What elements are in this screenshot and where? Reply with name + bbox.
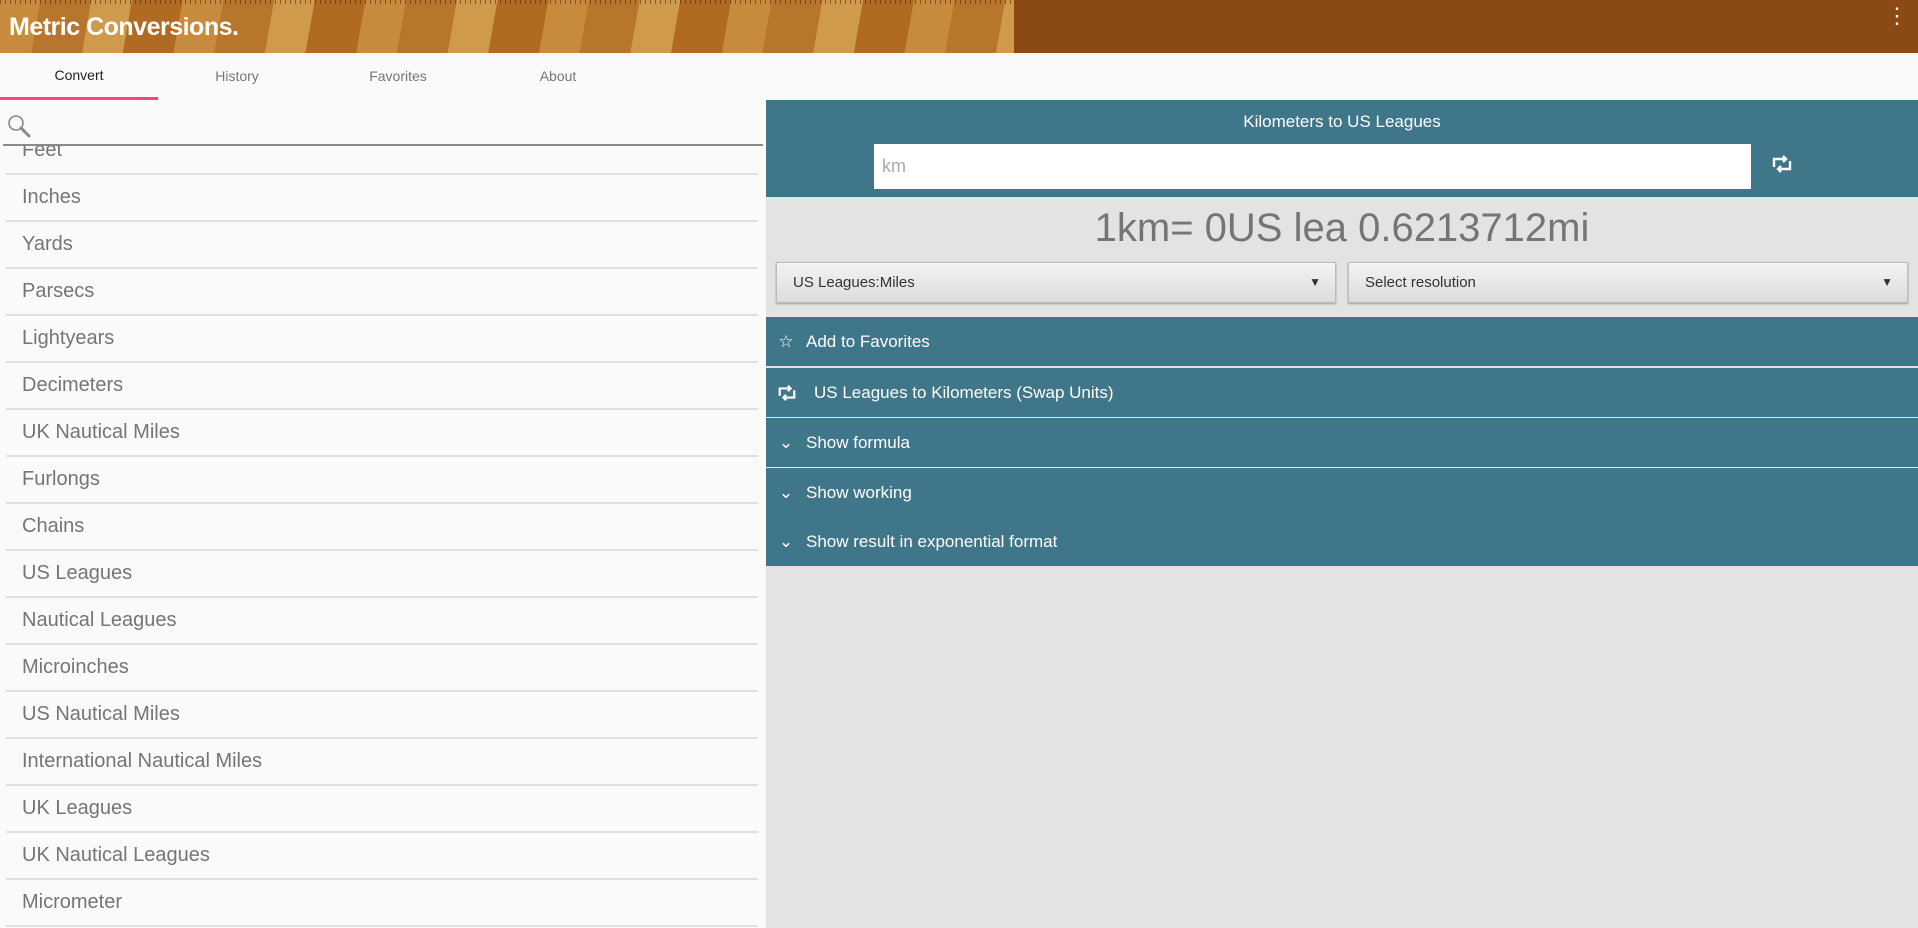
conversion-title: Kilometers to US Leagues xyxy=(1243,112,1441,131)
unit-list-panel: Feet Inches Yards Parsecs Lightyears Dec… xyxy=(0,100,766,928)
dropdown-arrow-icon: ▼ xyxy=(1881,275,1893,289)
row-label: Add to Favorites xyxy=(806,332,930,351)
more-vert-icon[interactable]: ⋮ xyxy=(1886,5,1908,27)
unit-list[interactable]: Feet Inches Yards Parsecs Lightyears Dec… xyxy=(6,128,758,927)
chevron-down-icon: ⌄ xyxy=(778,483,794,502)
converter-panel: Kilometers to US Leagues 1km= 0US lea 0.… xyxy=(766,100,1918,928)
row-label: Show working xyxy=(806,483,912,502)
list-item[interactable]: Furlongs xyxy=(6,457,758,504)
list-item[interactable]: Micrometer xyxy=(6,880,758,927)
conversion-result: 1km= 0US lea 0.6213712mi xyxy=(1094,206,1590,250)
tab-favorites[interactable]: Favorites xyxy=(319,53,477,100)
row-label: US Leagues to Kilometers (Swap Units) xyxy=(814,383,1114,402)
row-label: Show formula xyxy=(806,433,910,452)
app-header: Metric Conversions. ⋮ xyxy=(0,0,1918,53)
swap-units-button[interactable]: US Leagues to Kilometers (Swap Units) xyxy=(766,368,1918,417)
show-working-toggle[interactable]: ⌄ Show working xyxy=(766,468,1918,517)
exponential-format-toggle[interactable]: ⌄ Show result in exponential format xyxy=(766,517,1918,566)
list-item[interactable]: Chains xyxy=(6,504,758,551)
dropdown-arrow-icon: ▼ xyxy=(1309,275,1321,289)
star-outline-icon: ☆ xyxy=(778,332,794,351)
value-input[interactable] xyxy=(874,144,1751,189)
list-item[interactable]: Microinches xyxy=(6,645,758,692)
resolution-select[interactable]: Select resolution ▼ xyxy=(1348,262,1908,303)
list-item[interactable]: Decimeters xyxy=(6,363,758,410)
format-select-value: US Leagues:Miles xyxy=(793,274,915,291)
chevron-down-icon: ⌄ xyxy=(778,433,794,452)
search-input[interactable] xyxy=(37,108,737,140)
list-item[interactable]: US Nautical Miles xyxy=(6,692,758,739)
tab-bar: Convert History Favorites About xyxy=(0,53,1918,100)
search-bar xyxy=(3,100,763,146)
tab-convert[interactable]: Convert xyxy=(0,53,158,100)
swap-icon xyxy=(776,368,796,422)
tab-about[interactable]: About xyxy=(479,53,637,100)
app-title: Metric Conversions. xyxy=(9,13,239,41)
list-item[interactable]: UK Nautical Miles xyxy=(6,410,758,457)
show-formula-toggle[interactable]: ⌄ Show formula xyxy=(766,418,1918,467)
list-item[interactable]: Yards xyxy=(6,222,758,269)
list-item[interactable]: UK Leagues xyxy=(6,786,758,833)
list-item[interactable]: International Nautical Miles xyxy=(6,739,758,786)
list-item[interactable]: Lightyears xyxy=(6,316,758,363)
list-item[interactable]: Nautical Leagues xyxy=(6,598,758,645)
list-item[interactable]: US Leagues xyxy=(6,551,758,598)
converter-header: Kilometers to US Leagues xyxy=(766,100,1918,197)
swap-icon[interactable] xyxy=(1770,153,1794,175)
list-item[interactable]: Parsecs xyxy=(6,269,758,316)
format-select[interactable]: US Leagues:Miles ▼ xyxy=(776,262,1336,303)
list-item[interactable]: Inches xyxy=(6,175,758,222)
tab-history[interactable]: History xyxy=(158,53,316,100)
add-to-favorites-button[interactable]: ☆ Add to Favorites xyxy=(766,317,1918,366)
row-label: Show result in exponential format xyxy=(806,532,1058,551)
list-item[interactable]: UK Nautical Leagues xyxy=(6,833,758,880)
resolution-select-value: Select resolution xyxy=(1365,274,1476,291)
search-icon xyxy=(8,115,31,138)
chevron-down-icon: ⌄ xyxy=(778,532,794,551)
